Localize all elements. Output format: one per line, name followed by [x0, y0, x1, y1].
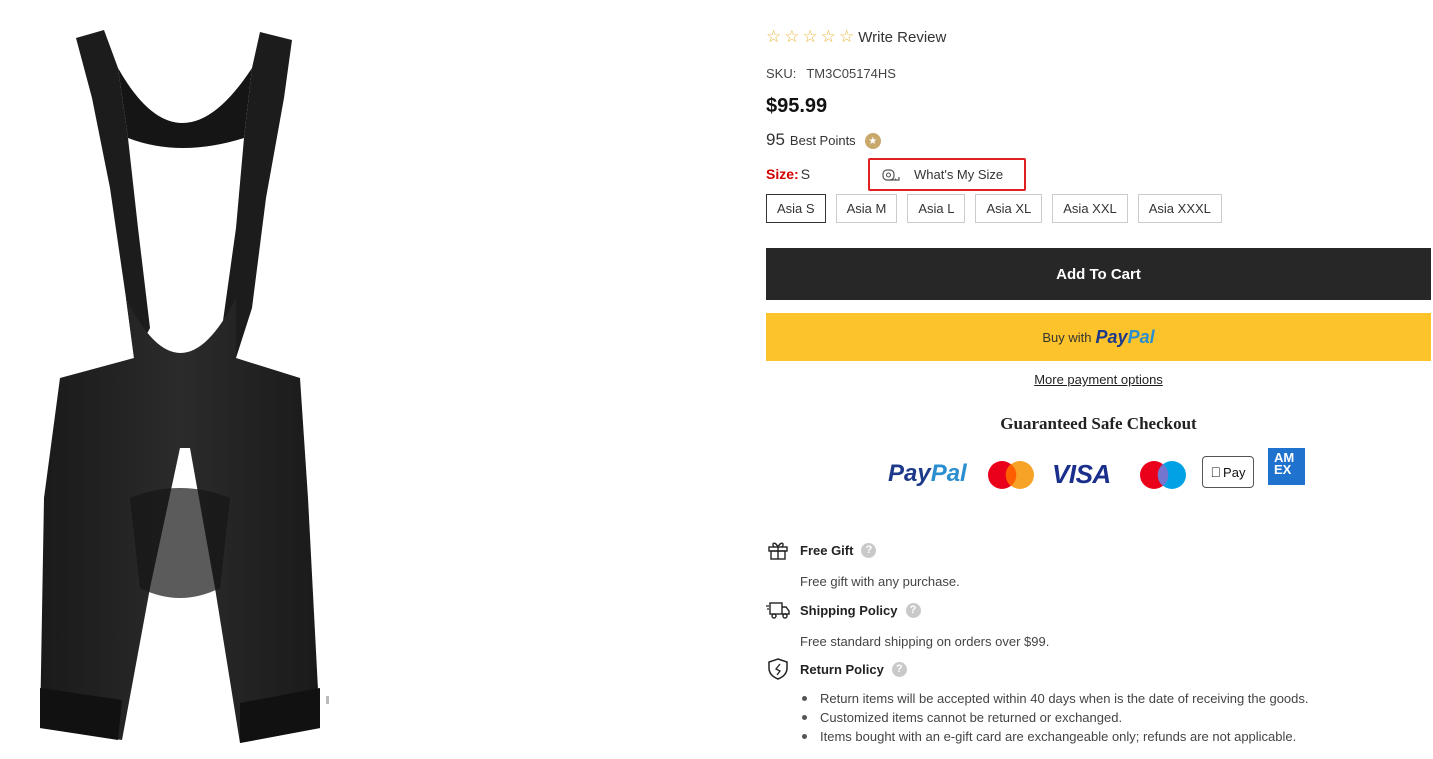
star-icon: ☆: [802, 27, 818, 46]
free-gift-desc: Free gift with any purchase.: [800, 574, 960, 589]
whats-my-size-button[interactable]: What's My Size: [868, 158, 1026, 191]
buy-with-label: Buy with: [1042, 329, 1092, 345]
star-icon: ☆: [784, 27, 800, 46]
apple-pay-logo-icon: Pay: [1202, 456, 1254, 488]
size-option-asia-m[interactable]: Asia M: [835, 194, 898, 223]
list-item: Items bought with an e-gift card are exc…: [802, 727, 1309, 746]
rating-row: ☆ ☆ ☆ ☆ ☆ Write Review: [766, 28, 946, 46]
paypal-logo-icon: PayPal: [888, 460, 967, 487]
truck-icon: [766, 598, 790, 622]
size-option-asia-xxl[interactable]: Asia XXL: [1052, 194, 1128, 223]
write-review-link[interactable]: Write Review: [858, 29, 946, 46]
safe-checkout-title: Guaranteed Safe Checkout: [1000, 414, 1197, 433]
best-points: 95 Best Points ★: [766, 130, 881, 150]
sku-value: TM3C05174HS: [806, 66, 896, 81]
mastercard-logo-icon: [988, 461, 1034, 489]
star-icon: ☆: [820, 27, 836, 46]
size-label: Size:: [766, 166, 799, 182]
star-icon: ☆: [766, 27, 782, 46]
points-coin-icon: ★: [864, 133, 881, 149]
more-payment-options-link[interactable]: More payment options: [766, 372, 1431, 387]
product-image: [30, 28, 340, 753]
help-icon[interactable]: ?: [905, 602, 921, 618]
payment-logos: PayPal VISA Pay AM EX: [888, 448, 1308, 496]
size-option-asia-xxxl[interactable]: Asia XXXL: [1137, 194, 1222, 223]
amex-logo-icon: AM EX: [1268, 448, 1305, 485]
shipping-policy-title: Shipping Policy: [800, 602, 898, 618]
gift-icon: [766, 538, 790, 562]
free-gift-title: Free Gift: [800, 542, 854, 558]
maestro-logo-icon: [1140, 461, 1186, 489]
sku-label: SKU:: [766, 66, 797, 81]
add-to-cart-button[interactable]: Add To Cart: [766, 248, 1431, 300]
points-number: 95: [766, 130, 785, 149]
paypal-logo: PayPal: [1095, 326, 1155, 347]
sku: SKU: TM3C05174HS: [766, 66, 896, 81]
measuring-tape-icon: [882, 168, 900, 181]
rating-stars[interactable]: ☆ ☆ ☆ ☆ ☆: [766, 28, 854, 46]
product-price: $95.99: [766, 95, 828, 117]
size-options: Asia S Asia M Asia L Asia XL Asia XXL As…: [766, 194, 1222, 223]
product-info-panel: ☆ ☆ ☆ ☆ ☆ Write Review SKU: TM3C05174HS $…: [766, 0, 1433, 759]
free-gift-policy: Free Gift ? Free gift with any purchase.: [766, 538, 960, 589]
whats-my-size-label: What's My Size: [914, 167, 1004, 182]
visa-logo-icon: VISA: [1052, 459, 1111, 489]
size-option-asia-s[interactable]: Asia S: [766, 194, 826, 223]
points-label: Best Points: [789, 132, 856, 148]
return-policy: Return Policy ? Return items will be acc…: [766, 657, 1309, 746]
return-policy-title: Return Policy: [800, 661, 884, 677]
help-icon[interactable]: ?: [861, 542, 877, 558]
paypal-checkout-button[interactable]: Buy with PayPal: [766, 313, 1431, 361]
size-row: Size: S: [766, 166, 810, 182]
list-item: Customized items cannot be returned or e…: [802, 708, 1309, 727]
shipping-policy: Shipping Policy ? Free standard shipping…: [766, 598, 1049, 649]
shipping-policy-desc: Free standard shipping on orders over $9…: [800, 634, 1050, 649]
selected-size-value: S: [800, 166, 811, 182]
return-policy-list: Return items will be accepted within 40 …: [802, 689, 1309, 746]
shield-icon: [766, 657, 790, 681]
list-item: Return items will be accepted within 40 …: [802, 689, 1309, 708]
help-icon[interactable]: ?: [891, 661, 907, 677]
star-icon: ☆: [839, 27, 855, 46]
size-option-asia-xl[interactable]: Asia XL: [975, 194, 1043, 223]
size-option-asia-l[interactable]: Asia L: [907, 194, 966, 223]
